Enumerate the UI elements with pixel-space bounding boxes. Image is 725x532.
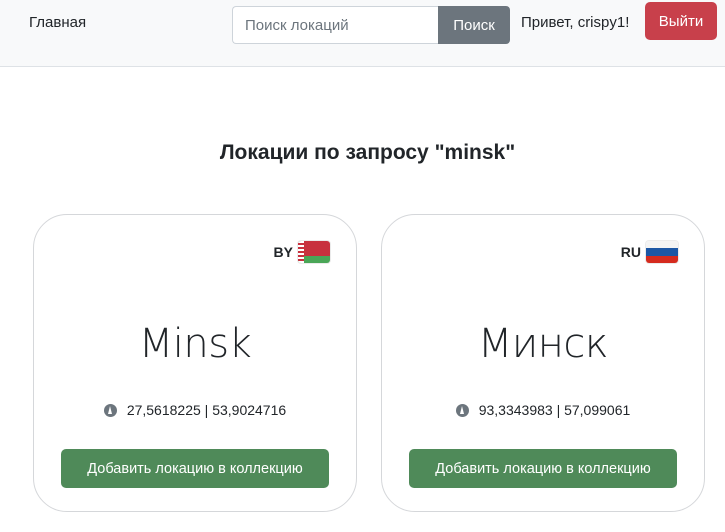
country-code: BY <box>273 244 293 260</box>
russia-flag-icon <box>646 241 678 263</box>
logout-button[interactable]: Выйти <box>645 2 717 40</box>
add-location-button[interactable]: Добавить локацию в коллекцию <box>409 449 677 488</box>
user-greeting: Привет, crispy1! <box>521 14 630 31</box>
add-location-button[interactable]: Добавить локацию в коллекцию <box>61 449 329 488</box>
country-code: RU <box>620 244 641 260</box>
location-coordinates: 93,3343983 | 57,099061 <box>382 402 704 418</box>
compass-icon <box>103 403 117 417</box>
location-name: Minsk <box>138 321 252 367</box>
location-coordinates: 27,5618225 | 53,9024716 <box>34 402 356 418</box>
location-card: RU Минск 93,3343983 | 57,099061 Добавить… <box>381 214 705 512</box>
search-input[interactable] <box>232 6 438 44</box>
page-title: Локации по запросу "minsk" <box>219 141 516 164</box>
location-card: BY Minsk 27,5618225 | 53,9024716 Добавит… <box>33 214 357 512</box>
nav-home-link[interactable]: Главная <box>29 14 86 31</box>
compass-icon <box>455 403 469 417</box>
navbar: Главная Поиск Привет, crispy1! Выйти <box>0 0 725 67</box>
location-name: Минск <box>477 321 609 367</box>
belarus-flag-icon <box>298 241 330 263</box>
search-button[interactable]: Поиск <box>438 6 510 44</box>
search-form: Поиск <box>232 6 510 44</box>
coordinates-text: 27,5618225 | 53,9024716 <box>126 402 287 418</box>
country-badge: RU <box>621 241 678 263</box>
coordinates-text: 93,3343983 | 57,099061 <box>478 402 631 418</box>
country-badge: BY <box>274 241 330 263</box>
